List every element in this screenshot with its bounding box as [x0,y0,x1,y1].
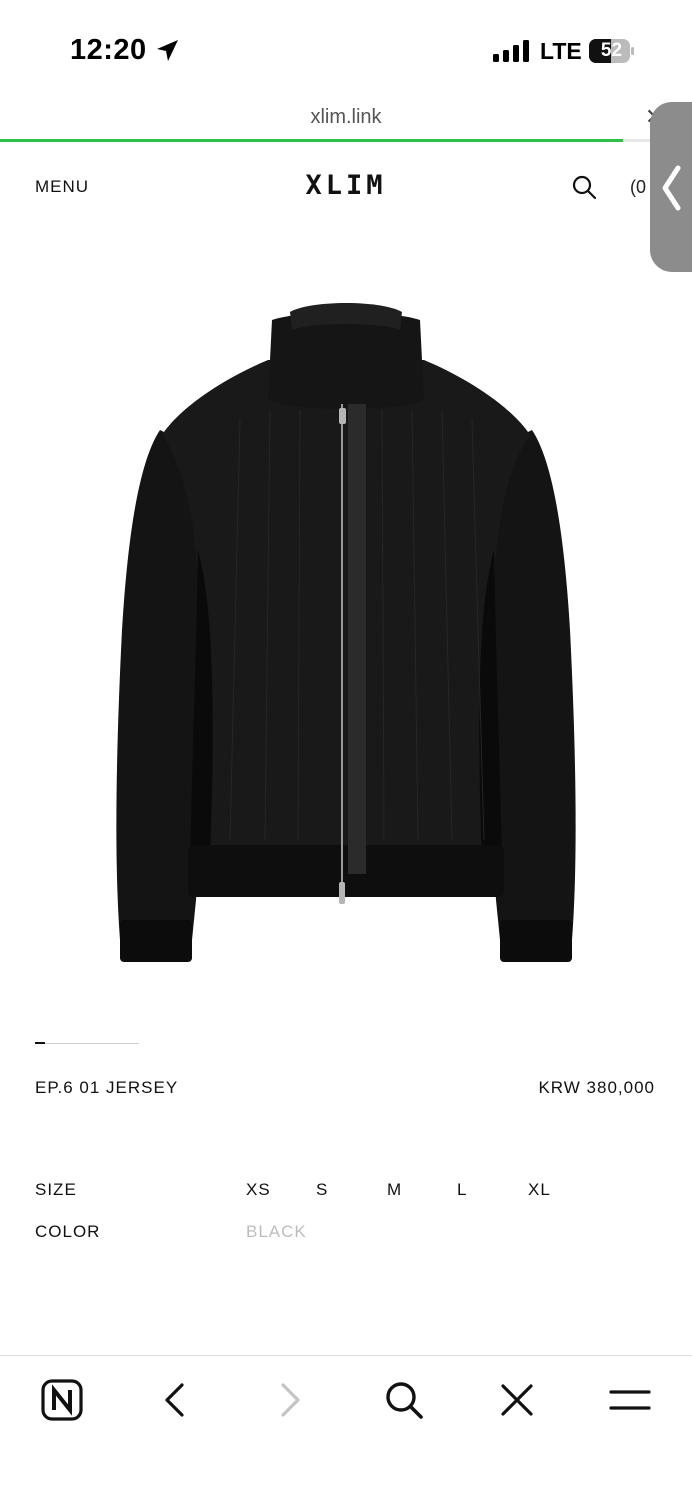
search-icon[interactable] [380,1376,428,1424]
close-icon[interactable] [493,1376,541,1424]
browser-toolbar [0,1355,692,1500]
cart-count[interactable]: (0 [630,177,646,198]
product-name: EP.6 01 JERSEY [35,1078,179,1097]
url-bar[interactable]: xlim.link [0,106,692,129]
chevron-left-icon [662,165,681,211]
side-panel-handle[interactable] [650,102,692,272]
size-option-m[interactable]: M [387,1180,402,1200]
size-option-l[interactable]: L [457,1180,467,1200]
size-option-xl[interactable]: XL [528,1180,551,1200]
location-arrow-icon [157,40,178,61]
menu-icon[interactable] [606,1376,654,1424]
battery-level: 52 [600,40,623,61]
size-option-xs[interactable]: XS [246,1180,271,1200]
image-pager-indicator [35,1042,45,1044]
back-icon[interactable] [151,1376,199,1424]
color-option-black[interactable]: BLACK [246,1222,307,1242]
image-pager-track [35,1043,139,1044]
cellular-signal-icon [493,40,529,62]
status-time: 12:20 [70,34,147,66]
status-bar: 12:20 LTE 52 [0,0,692,100]
product-image[interactable] [100,300,592,980]
product-price: KRW 380,000 [538,1078,655,1097]
size-label: SIZE [35,1180,77,1199]
load-progress-bar [0,139,623,142]
size-option-s[interactable]: S [316,1180,328,1200]
color-label: COLOR [35,1222,101,1241]
site-search-icon[interactable] [571,174,597,200]
forward-icon[interactable] [266,1376,314,1424]
naver-home-icon[interactable] [38,1376,86,1424]
network-type: LTE [540,38,582,64]
